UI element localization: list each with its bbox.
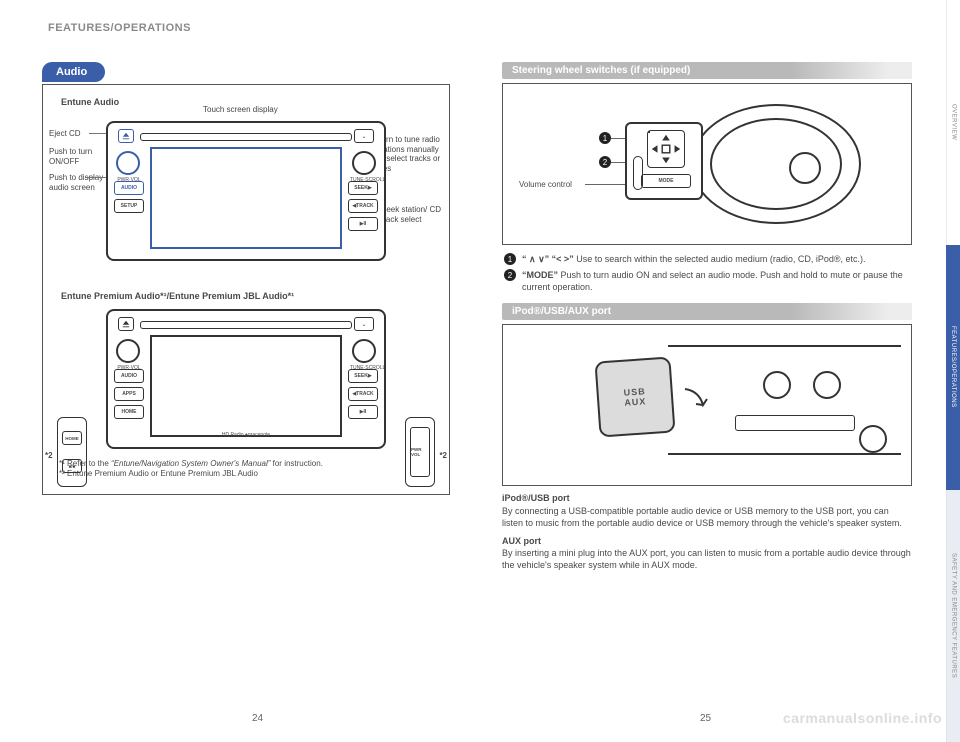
callout-power: Push to turn ON/OFF xyxy=(49,147,109,166)
power-volume-knob-2 xyxy=(116,339,140,363)
grid-button-side: ■/■ xyxy=(62,459,82,473)
callout-eject: Eject CD xyxy=(49,129,81,139)
callout-audio-btn: Push to display audio screen xyxy=(49,173,109,192)
seek-button-2: SEEK▶ xyxy=(348,369,378,383)
item-1-body: Use to search within the selected audio … xyxy=(576,254,865,264)
touch-screen-display-2: HD Radio ●gracenote xyxy=(150,335,342,437)
audio-button: AUDIO xyxy=(114,181,144,195)
direction-pad xyxy=(647,130,685,168)
ipod-usb-head: iPod®/USB port xyxy=(502,492,912,504)
cd-slot-2 xyxy=(140,321,352,329)
aux-head: AUX port xyxy=(502,535,912,547)
left-column: Audio Entune Audio Touch screen display … xyxy=(42,62,472,495)
item-1-head: “ ∧ ∨” “< >” xyxy=(522,254,574,264)
hd-radio-logo: HD Radio ●gracenote xyxy=(222,432,270,438)
aux-label: AUX xyxy=(624,397,647,409)
audio-unit-2: ⌄ PWR·VOL TUNE·SCROLL AUDIO APPS HOME SE… xyxy=(106,309,386,449)
watermark: carmanualsonline.info xyxy=(783,710,942,726)
audio-button-2: AUDIO xyxy=(114,369,144,383)
playpause-button-2: ▶II xyxy=(348,405,378,419)
steering-figure-box: MODE 1 2 Volume control xyxy=(502,83,912,245)
steering-figure: MODE 1 2 Volume control xyxy=(513,94,901,234)
side-tab-features: FEATURES/OPERATIONS xyxy=(946,245,960,490)
aux-paragraph: AUX port By inserting a mini plug into t… xyxy=(502,535,912,571)
steering-switch-panel: MODE xyxy=(625,122,703,200)
mode-button: MODE xyxy=(641,174,691,188)
steering-wheel-icon xyxy=(691,104,861,224)
aux-body: By inserting a mini plug into the AUX po… xyxy=(502,548,911,570)
apps-button: APPS xyxy=(114,387,144,401)
home-button-side: HOME xyxy=(62,431,82,445)
asterisk-2-right: *2 xyxy=(439,451,447,460)
setup-button: SETUP xyxy=(114,199,144,213)
section-bar-usb: iPod®/USB/AUX port xyxy=(502,303,912,320)
usb-figure: USB AUX xyxy=(513,335,901,475)
callout-tune: Turn to tune radio stations manually or … xyxy=(377,135,445,173)
track-button: ◀TRACK xyxy=(348,199,378,213)
seek-button: SEEK▶ xyxy=(348,181,378,195)
home-button: HOME xyxy=(114,405,144,419)
page-number-left: 24 xyxy=(252,713,263,724)
page-number-right: 25 xyxy=(700,713,711,724)
playpause-button: ▶II xyxy=(348,217,378,231)
track-button-2: ◀TRACK xyxy=(348,387,378,401)
eject-button-2-icon xyxy=(118,317,134,331)
eject-button-icon xyxy=(118,129,134,143)
tune-scroll-knob-2 xyxy=(352,339,376,363)
footnotes: *¹ Refer to the “Entune/Navigation Syste… xyxy=(59,459,439,480)
right-button-stack-2: SEEK▶ ◀TRACK ▶II xyxy=(348,369,378,419)
side-control-right: PWR VOL xyxy=(405,417,435,487)
left-button-stack-2: AUDIO APPS HOME xyxy=(114,369,144,419)
ipod-usb-body: By connecting a USB-compatible portable … xyxy=(502,506,902,528)
side-tab-safety: SAFETY AND EMERGENCY FEATURES xyxy=(946,490,960,742)
arrow-icon xyxy=(681,385,711,415)
corner-button-icon: ⌄ xyxy=(354,129,374,143)
item-1-number: 1 xyxy=(504,253,516,265)
footnote-1-italic: “Entune/Navigation System Owner's Manual… xyxy=(111,459,270,468)
callout-touchscreen: Touch screen display xyxy=(203,105,278,115)
right-button-stack: SEEK▶ ◀TRACK ▶II xyxy=(348,181,378,231)
steering-body-list: 1 “ ∧ ∨” “< >” Use to search within the … xyxy=(504,253,912,293)
corner-button-2-icon: ⌄ xyxy=(354,317,374,331)
callout-number-2: 2 xyxy=(599,156,611,168)
item-2-head: “MODE” xyxy=(522,270,558,280)
usb-figure-box: USB AUX xyxy=(502,324,912,486)
steering-logo-icon xyxy=(789,152,821,184)
unit2-title: Entune Premium Audio*¹/Entune Premium JB… xyxy=(61,291,439,301)
side-control-left: HOME ■/■ xyxy=(57,417,87,487)
callout-seek: Seek station/ CD track select xyxy=(381,205,445,224)
asterisk-2-left: *2 xyxy=(45,451,53,460)
left-button-stack: AUDIO SETUP xyxy=(114,181,144,213)
usb-aux-cover: USB AUX xyxy=(594,357,675,438)
side-tab-strip: OVERVIEW FEATURES/OPERATIONS SAFETY AND … xyxy=(946,0,960,742)
tune-scroll-knob xyxy=(352,151,376,175)
item-2-body: Push to turn audio ON and select an audi… xyxy=(522,270,903,292)
cd-slot xyxy=(140,133,352,141)
page-section-header: FEATURES/OPERATIONS xyxy=(48,22,191,34)
steering-item-1: 1 “ ∧ ∨” “< >” Use to search within the … xyxy=(504,253,912,265)
side-tab-overview: OVERVIEW xyxy=(946,0,960,245)
audio-unit-1: ⌄ PWR·VOL TUNE·SCROLL AUDIO SETUP SEEK▶ … xyxy=(106,121,386,261)
ipod-usb-paragraph: iPod®/USB port By connecting a USB-compa… xyxy=(502,492,912,528)
right-column: Steering wheel switches (if equipped) MO… xyxy=(502,62,912,571)
section-bar-steering: Steering wheel switches (if equipped) xyxy=(502,62,912,79)
audio-heading-pill: Audio xyxy=(42,62,105,82)
item-2-number: 2 xyxy=(504,269,516,281)
touch-screen-display xyxy=(150,147,342,249)
steering-item-2: 2 “MODE” Push to turn audio ON and selec… xyxy=(504,269,912,293)
footnote-2: *² Entune Premium Audio or Entune Premiu… xyxy=(59,469,439,479)
pwr-vol-button-side: PWR VOL xyxy=(410,427,430,477)
dash-slot-icon xyxy=(735,415,855,431)
footnote-1b: for instruction. xyxy=(270,459,322,468)
audio-diagram-box: Entune Audio Touch screen display Eject … xyxy=(42,84,450,495)
callout-number-1: 1 xyxy=(599,132,611,144)
power-volume-knob xyxy=(116,151,140,175)
volume-control-label: Volume control xyxy=(519,180,572,189)
